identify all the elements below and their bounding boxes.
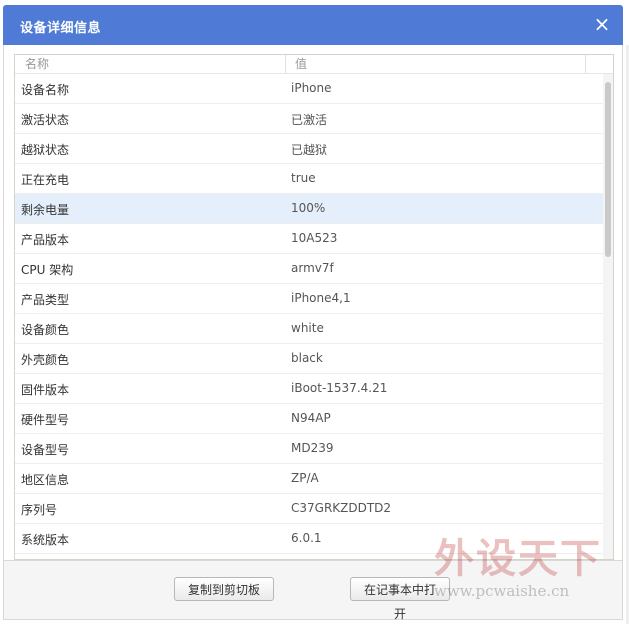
row-value-cell: 已越狱 [291, 143, 328, 157]
copy-to-clipboard-button[interactable]: 复制到剪切板 [174, 577, 274, 601]
close-icon[interactable]: × [591, 13, 613, 35]
row-value-cell: N94AP [291, 411, 331, 425]
row-value-cell: 100% [291, 201, 326, 215]
column-divider[interactable] [285, 55, 286, 73]
table-header: 名称 值 [15, 55, 613, 74]
column-header-name[interactable]: 名称 [25, 55, 49, 73]
row-name-cell: 激活状态 [21, 113, 70, 127]
table-row[interactable]: 固件版本 iBoot-1537.4.21 [15, 374, 603, 404]
row-value-cell: C37GRKZDDTD2 [291, 501, 392, 515]
dialog-titlebar[interactable]: 设备详细信息 × [3, 5, 623, 45]
column-header-value[interactable]: 值 [295, 55, 307, 73]
dialog-body: 名称 值 设备名称 iPhone 激活状态 已激活越狱状态 已越狱正在充电 true 剩余电… [3, 45, 623, 560]
row-value-cell: iBoot-1537.4.21 [291, 381, 388, 395]
row-value-cell: 已激活 [291, 113, 328, 127]
table-row[interactable]: 剩余电量 100% [15, 194, 603, 224]
row-name-cell: 系统版本 [21, 533, 70, 547]
table-row[interactable]: 产品版本 10A523 [15, 224, 603, 254]
row-name-cell: 设备名称 [21, 83, 70, 97]
row-name-cell: 设备颜色 [21, 323, 70, 337]
row-name-cell: 设备型号 [21, 443, 70, 457]
table-row[interactable]: 系统版本 6.0.1 [15, 524, 603, 554]
row-value-cell: ZP/A [291, 471, 319, 485]
dialog-title: 设备详细信息 [20, 21, 102, 36]
row-name-cell: 序列号 [21, 503, 58, 517]
row-name-cell: 地区信息 [21, 473, 70, 487]
row-name-cell: 产品版本 [21, 233, 70, 247]
table-row[interactable]: 越狱状态 已越狱 [15, 134, 603, 164]
vertical-scrollbar[interactable] [603, 74, 613, 559]
row-value-cell: black [291, 351, 323, 365]
row-value-cell: iPhone4,1 [291, 291, 351, 305]
table-row[interactable]: 序列号 C37GRKZDDTD2 [15, 494, 603, 524]
row-value-cell: armv7f [291, 261, 334, 275]
table-row[interactable]: 硬件型号 N94AP [15, 404, 603, 434]
table-row[interactable]: 设备型号 MD239 [15, 434, 603, 464]
row-value-cell: 10A523 [291, 231, 338, 245]
row-value-cell: 6.0.1 [291, 531, 322, 545]
table-row[interactable]: 正在充电 true [15, 164, 603, 194]
row-name-cell: 剩余电量 [21, 203, 70, 217]
table-row[interactable]: 激活状态 已激活 [15, 104, 603, 134]
row-value-cell: iPhone [291, 81, 332, 95]
row-value-cell: true [291, 171, 316, 185]
table-row[interactable]: 产品类型 iPhone4,1 [15, 284, 603, 314]
column-divider[interactable] [585, 55, 586, 73]
table-row[interactable]: 地区信息 ZP/A [15, 464, 603, 494]
table-row[interactable]: 外壳颜色 black [15, 344, 603, 374]
details-table: 名称 值 设备名称 iPhone 激活状态 已激活越狱状态 已越狱正在充电 true 剩余电… [14, 54, 614, 560]
scrollbar-thumb[interactable] [605, 82, 611, 257]
row-name-cell: 越狱状态 [21, 143, 70, 157]
table-row[interactable]: CPU 架构 armv7f [15, 254, 603, 284]
row-name-cell: 硬件型号 [21, 413, 70, 427]
table-rows: 设备名称 iPhone 激活状态 已激活越狱状态 已越狱正在充电 true 剩余电量 100%… [15, 74, 603, 554]
table-row[interactable]: 设备名称 iPhone [15, 74, 603, 104]
row-value-cell: MD239 [291, 441, 334, 455]
row-name-cell: 外壳颜色 [21, 353, 70, 367]
row-name-cell: 正在充电 [21, 173, 70, 187]
dialog-footer: 复制到剪切板 在记事本中打开 [3, 560, 623, 621]
open-in-notepad-button[interactable]: 在记事本中打开 [350, 577, 450, 621]
table-row[interactable]: 设备颜色 white [15, 314, 603, 344]
device-details-dialog: 设备详细信息 × 名称 值 设备名称 iPhone 激活状态 已激活越狱状态 已越狱正在… [0, 0, 629, 624]
row-name-cell: 产品类型 [21, 293, 70, 307]
row-name-cell: CPU 架构 [21, 263, 74, 277]
row-name-cell: 固件版本 [21, 383, 70, 397]
row-value-cell: white [291, 321, 324, 335]
